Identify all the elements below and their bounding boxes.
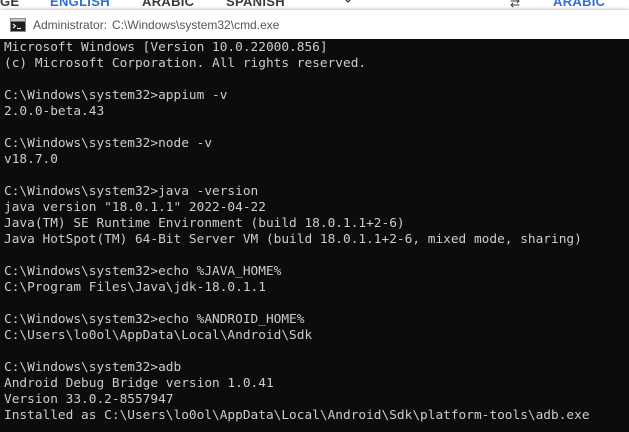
console-line: C:\Windows\system32>adb	[4, 360, 182, 375]
background-tab-spanish[interactable]: SPANISH	[226, 0, 285, 9]
background-tab-english[interactable]: ENGLISH	[50, 0, 110, 9]
cmd-icon	[10, 17, 26, 32]
window-title-path: C:\Windows\system32\cmd.exe	[112, 17, 280, 32]
console-line: C:\Windows\system32>java -version	[4, 184, 259, 199]
background-tab-ge[interactable]: GE	[0, 0, 19, 9]
console-line: v18.7.0	[4, 152, 58, 167]
console-line: java version "18.0.1.1" 2022-04-22	[4, 200, 266, 215]
console-line: C:\Windows\system32>node -v	[4, 136, 213, 151]
console-line: 2.0.0-beta.43	[4, 104, 105, 119]
window-title: Administrator: C:\Windows\system32\cmd.ex…	[33, 18, 279, 32]
background-tab-arabic-target[interactable]: ARABIC	[553, 0, 605, 9]
console-line: C:\Windows\system32>echo %ANDROID_HOME%	[4, 312, 305, 327]
swap-arrows-icon[interactable]: ⇄	[510, 0, 520, 10]
cmd-window[interactable]: Administrator: C:\Windows\system32\cmd.ex…	[0, 10, 629, 432]
chevron-down-icon[interactable]	[344, 0, 352, 5]
console-line: C:\Windows\system32>echo %JAVA_HOME%	[4, 264, 282, 279]
window-titlebar[interactable]: Administrator: C:\Windows\system32\cmd.ex…	[0, 10, 629, 39]
console-line: Microsoft Windows [Version 10.0.22000.85…	[4, 40, 328, 55]
console-line: C:\Windows\system32>appium -v	[4, 88, 228, 103]
background-tab-arabic[interactable]: ARABIC	[142, 0, 194, 9]
console-line: Java HotSpot(TM) 64-Bit Server VM (build…	[4, 232, 582, 247]
console-line: (c) Microsoft Corporation. All rights re…	[4, 56, 367, 71]
window-title-user: Administrator:	[33, 17, 108, 32]
console-line: Android Debug Bridge version 1.0.41	[4, 376, 274, 391]
console-line: C:\Users\lo0ol\AppData\Local\Android\Sdk	[4, 328, 313, 343]
console-output[interactable]: Microsoft Windows [Version 10.0.22000.85…	[4, 40, 629, 432]
console-line: Installed as C:\Users\lo0ol\AppData\Loca…	[4, 408, 590, 423]
console-line: Version 33.0.2-8557947	[4, 392, 174, 407]
console-line: Java(TM) SE Runtime Environment (build 1…	[4, 216, 405, 231]
console-line: C:\Program Files\Java\jdk-18.0.1.1	[4, 280, 266, 295]
